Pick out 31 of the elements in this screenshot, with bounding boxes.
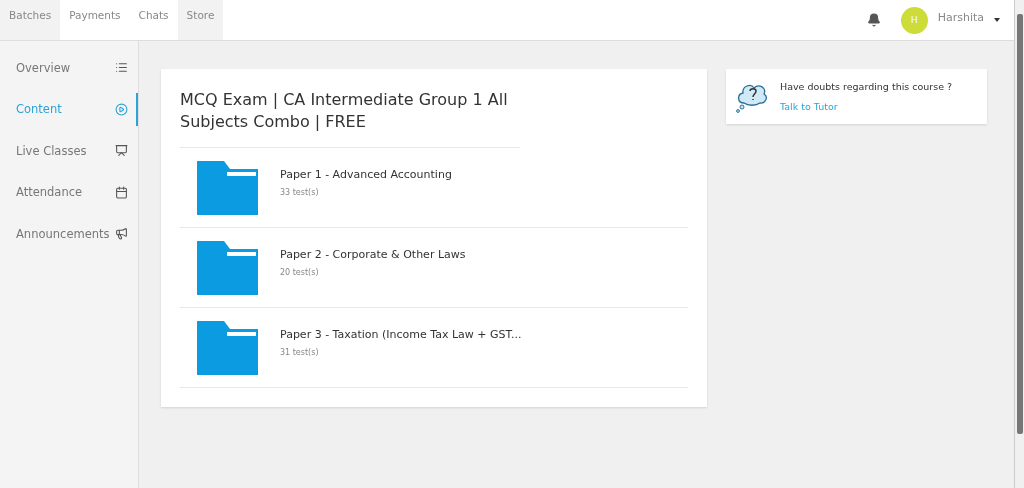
sidebar-item[interactable]: Attendance xyxy=(0,171,138,213)
list-icon xyxy=(115,61,128,75)
test-count: 33 test(s) xyxy=(280,188,320,197)
folder-row[interactable]: Paper 3 - Taxation (Income Tax Law + GST... 31 test(s) xyxy=(180,308,688,388)
play-icon xyxy=(115,102,128,116)
megaphone-icon xyxy=(115,227,128,241)
folder-icon xyxy=(197,240,258,295)
help-question: Have doubts regarding this course ? xyxy=(780,81,953,92)
nav-tab[interactable]: Store xyxy=(177,0,224,40)
notification-bell-icon[interactable] xyxy=(866,13,881,27)
caret-icon[interactable] xyxy=(994,18,1000,22)
folder-icon xyxy=(197,320,258,375)
user-name[interactable]: Harshita xyxy=(937,10,984,24)
folder-name: Paper 3 - Taxation (Income Tax Law + GST... xyxy=(280,328,522,341)
folder-name: Paper 1 - Advanced Accounting xyxy=(280,168,452,181)
nav-tab[interactable]: Batches xyxy=(0,0,61,40)
sidebar-item[interactable]: Content xyxy=(0,88,138,130)
folder-row[interactable]: Paper 2 - Corporate & Other Laws 20 test(s) xyxy=(180,228,688,308)
calendar-icon xyxy=(115,185,128,199)
test-count: 20 test(s) xyxy=(280,268,320,277)
folder-icon xyxy=(197,160,258,215)
talk-to-tutor-link[interactable]: Talk to Tutor xyxy=(780,101,953,112)
sidebar-item[interactable]: Announcements xyxy=(0,213,138,255)
sidebar-item[interactable]: Overview xyxy=(0,47,138,89)
scrollbar[interactable] xyxy=(1014,0,1024,488)
sidebar-item[interactable]: Live Classes xyxy=(0,130,138,172)
board-icon xyxy=(115,144,128,158)
folder-name: Paper 2 - Corporate & Other Laws xyxy=(280,248,466,261)
course-title: MCQ Exam | CA Intermediate Group 1 All Subjects Combo | FREE xyxy=(180,89,520,148)
test-count: 31 test(s) xyxy=(280,348,320,357)
folder-row[interactable]: Paper 1 - Advanced Accounting 33 test(s) xyxy=(180,148,688,228)
